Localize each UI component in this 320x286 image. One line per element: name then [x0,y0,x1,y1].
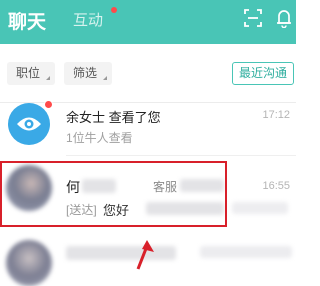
interact-unread-dot [111,7,117,13]
corner-triangle-icon [46,76,50,80]
bell-icon[interactable] [275,8,293,28]
position-filter-label: 职位 [16,66,41,80]
tab-interact[interactable]: 互动 [73,9,103,30]
filter-bar: 职位 筛选 最近沟通 [0,44,296,102]
top-header: 聊天 互动 [0,0,296,44]
highlight-box [0,161,227,227]
redacted-text [200,246,292,258]
redacted-text [232,202,288,214]
filter-button[interactable]: 筛选 [64,62,112,85]
list-item-viewed[interactable]: 余女士 查看了您 1位牛人查看 17:12 [0,100,296,156]
item-time: 17:12 [262,109,290,121]
eye-icon [17,117,41,131]
tab-chat[interactable]: 聊天 [8,7,46,34]
item-time: 16:55 [262,180,290,192]
unread-dot [44,100,53,109]
avatar [8,103,50,145]
position-filter-button[interactable]: 职位 [7,62,55,85]
avatar [6,240,52,286]
annotation-arrow-icon [136,240,154,270]
item-subtitle: 1位牛人查看 [66,131,133,145]
corner-triangle-icon [103,76,107,80]
recent-chat-button[interactable]: 最近沟通 [232,62,294,85]
divider [66,155,296,156]
filter-label: 筛选 [73,66,98,80]
scan-icon[interactable] [244,9,262,27]
item-title: 余女士 查看了您 [66,110,161,125]
